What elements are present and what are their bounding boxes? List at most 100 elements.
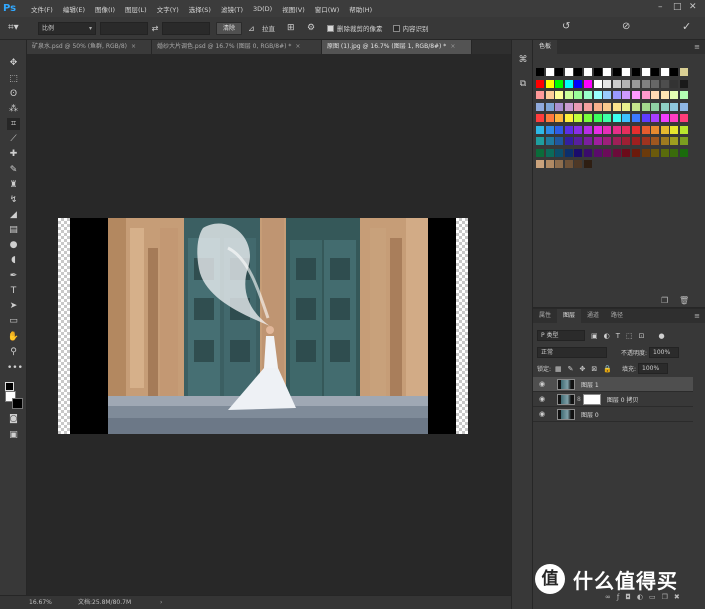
- color-swatch[interactable]: [536, 160, 544, 168]
- color-swatch[interactable]: [555, 91, 564, 99]
- color-swatch[interactable]: [555, 125, 564, 134]
- color-swatch[interactable]: [670, 125, 679, 134]
- lock-artboard-icon[interactable]: ⊠: [591, 365, 597, 373]
- color-swatch[interactable]: [603, 125, 612, 134]
- folder-icon[interactable]: ▭: [649, 593, 662, 601]
- color-swatch[interactable]: [603, 91, 612, 99]
- visibility-eye-icon[interactable]: ◉: [539, 410, 549, 418]
- color-swatch[interactable]: [584, 148, 592, 157]
- color-swatch[interactable]: [545, 102, 554, 111]
- color-swatch[interactable]: [584, 125, 592, 134]
- color-swatch[interactable]: [536, 137, 544, 145]
- color-swatch[interactable]: [574, 114, 583, 122]
- color-swatch[interactable]: [651, 137, 660, 145]
- color-swatch[interactable]: [660, 68, 669, 76]
- layer-row-2[interactable]: ◉ 8 图层 0 拷贝: [533, 392, 693, 407]
- color-swatch[interactable]: [564, 125, 573, 134]
- menu-3d[interactable]: 3D(D): [253, 5, 272, 13]
- close-icon[interactable]: ×: [131, 43, 136, 50]
- color-swatch[interactable]: [555, 160, 564, 168]
- color-swatch[interactable]: [545, 79, 554, 88]
- eraser-tool-icon[interactable]: ◢: [7, 209, 20, 221]
- color-swatch[interactable]: [564, 102, 573, 111]
- color-swatch[interactable]: [574, 91, 583, 99]
- new-layer-icon[interactable]: ❐: [662, 593, 674, 601]
- color-swatch[interactable]: [670, 137, 679, 145]
- color-swatch[interactable]: [641, 125, 650, 134]
- color-swatch[interactable]: [584, 91, 592, 99]
- color-swatch[interactable]: [680, 79, 688, 88]
- lock-position-icon[interactable]: ✥: [580, 365, 586, 373]
- color-swatch[interactable]: [593, 91, 602, 99]
- tab-document-3[interactable]: 原图 (1).jpg @ 16.7% (图层 1, RGB/8#) * ×: [322, 40, 472, 54]
- color-swatch[interactable]: [564, 79, 573, 88]
- link-layers-icon[interactable]: ∞: [605, 593, 617, 601]
- close-icon[interactable]: ×: [295, 43, 300, 50]
- swap-dimensions-icon[interactable]: ⇄: [148, 24, 162, 33]
- color-swatch[interactable]: [680, 137, 688, 145]
- color-swatch[interactable]: [536, 148, 544, 157]
- blend-mode-select[interactable]: 正常: [537, 347, 607, 358]
- healing-brush-tool-icon[interactable]: ✚: [7, 148, 20, 160]
- layer-row-1[interactable]: ◉ 图层 1: [533, 377, 693, 392]
- color-swatch[interactable]: [641, 114, 650, 122]
- blur-tool-icon[interactable]: ●: [7, 239, 20, 251]
- color-swatch[interactable]: [670, 91, 679, 99]
- menu-filter[interactable]: 滤镜(T): [221, 4, 243, 14]
- color-swatch[interactable]: [632, 68, 640, 76]
- content-aware-checkbox[interactable]: [392, 24, 400, 32]
- color-swatch[interactable]: [545, 68, 554, 76]
- color-swatch[interactable]: [584, 160, 592, 168]
- color-swatch[interactable]: [660, 137, 669, 145]
- color-swatch[interactable]: [612, 114, 621, 122]
- close-icon[interactable]: ×: [450, 43, 455, 50]
- opacity-input[interactable]: 100%: [649, 347, 680, 358]
- color-swatch[interactable]: [651, 79, 660, 88]
- color-swatch[interactable]: [641, 102, 650, 111]
- color-swatch[interactable]: [574, 125, 583, 134]
- color-swatch[interactable]: [603, 137, 612, 145]
- color-swatch[interactable]: [622, 79, 631, 88]
- color-swatch[interactable]: [536, 68, 544, 76]
- color-swatch[interactable]: [612, 91, 621, 99]
- color-swatch[interactable]: [574, 160, 583, 168]
- color-swatch[interactable]: [632, 125, 640, 134]
- screen-mode-icon[interactable]: ▣: [7, 429, 20, 441]
- color-swatch[interactable]: [603, 148, 612, 157]
- close-icon[interactable]: ✕: [689, 2, 697, 12]
- shape-filter-icon[interactable]: ⬚: [626, 332, 633, 340]
- color-swatch[interactable]: [641, 79, 650, 88]
- visibility-eye-icon[interactable]: ◉: [539, 380, 549, 388]
- tab-layers[interactable]: 图层: [557, 309, 582, 323]
- color-swatch[interactable]: [603, 79, 612, 88]
- color-swatch[interactable]: [641, 148, 650, 157]
- more-tools-icon[interactable]: •••: [7, 362, 23, 374]
- default-colors-icon[interactable]: [5, 382, 14, 391]
- color-swatch[interactable]: [680, 125, 688, 134]
- color-swatch[interactable]: [555, 114, 564, 122]
- tab-swatches[interactable]: 色板: [533, 40, 558, 54]
- color-swatch[interactable]: [612, 148, 621, 157]
- lock-transparent-icon[interactable]: ▦: [555, 365, 562, 373]
- color-swatch[interactable]: [574, 79, 583, 88]
- straighten-label[interactable]: 拉直: [262, 23, 275, 33]
- commit-icon[interactable]: ✓: [682, 20, 691, 33]
- color-swatch[interactable]: [593, 148, 602, 157]
- color-swatch[interactable]: [612, 125, 621, 134]
- color-swatch[interactable]: [632, 148, 640, 157]
- add-mask-icon[interactable]: ◘: [625, 593, 637, 601]
- reset-icon[interactable]: ↺: [562, 21, 570, 32]
- color-swatch[interactable]: [574, 148, 583, 157]
- overlay-grid-icon[interactable]: ⊞: [287, 23, 301, 33]
- tab-document-1[interactable]: 矿泉水.psd @ 50% (鱼群, RGB/8) ×: [27, 40, 152, 54]
- color-swatch[interactable]: [536, 114, 544, 122]
- color-swatch[interactable]: [632, 102, 640, 111]
- crop-tool-preset-icon[interactable]: ⌗▾: [8, 20, 32, 36]
- color-swatch[interactable]: [593, 114, 602, 122]
- color-swatch[interactable]: [670, 79, 679, 88]
- color-swatch[interactable]: [545, 137, 554, 145]
- color-swatch[interactable]: [632, 137, 640, 145]
- visibility-eye-icon[interactable]: ◉: [539, 395, 549, 403]
- color-swatch[interactable]: [536, 102, 544, 111]
- color-swatch[interactable]: [651, 125, 660, 134]
